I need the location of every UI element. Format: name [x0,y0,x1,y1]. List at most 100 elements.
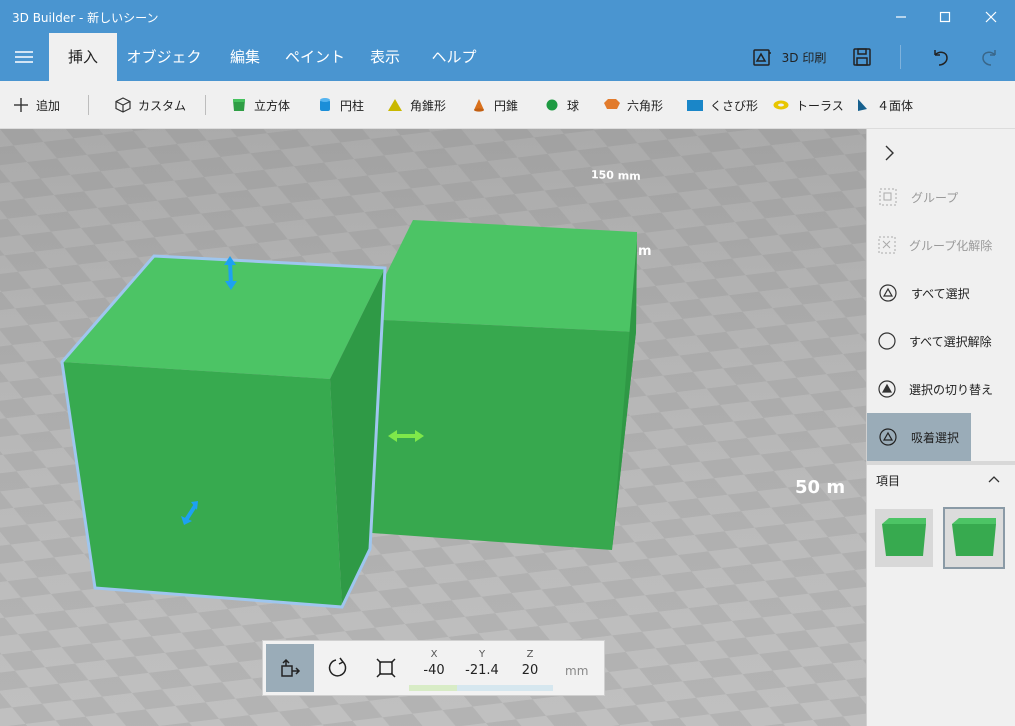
scale-icon [376,658,396,678]
scale-button[interactable] [362,644,410,692]
object-thumbnail-selected[interactable] [943,507,1005,569]
redo-button[interactable] [968,33,1012,81]
shape-toolbar: 追加 カスタム 立方体 円柱 角錐形 円錐 球 六角形 くさび形 トーラス ４面… [0,81,1015,129]
x-axis-bar [409,685,457,691]
custom-button[interactable]: カスタム [114,81,186,129]
x-axis-label: X [430,649,438,660]
invert-selection-label: 選択の切り替え [909,382,994,397]
group-icon [878,187,898,207]
maximize-button[interactable] [922,0,968,33]
add-button[interactable]: 追加 [12,81,60,129]
deselect-all-label: すべて選択解除 [909,334,992,349]
minimize-icon [896,15,906,18]
object-thumbnail[interactable] [875,509,933,567]
shape-cone-button[interactable]: 円錐 [470,81,518,129]
magnetic-select-icon [878,427,898,447]
shape-wedge-button[interactable]: くさび形 [686,81,758,129]
magnetic-select-label: 吸着選択 [911,430,960,445]
y-axis-label: Y [478,649,486,660]
shape-label: 円錐 [494,98,519,113]
yz-axis-bar [457,685,553,691]
print-3d-label: 3D 印刷 [781,50,827,65]
shape-tetrahedron-button[interactable]: ４面体 [853,81,913,129]
chevron-right-icon [885,145,894,161]
shape-hexagon-button[interactable]: 六角形 [603,81,663,129]
tab-object[interactable]: オブジェクト [122,33,206,114]
window-title: 3D Builder - 新しいシーン [12,11,159,25]
right-panel: グループ グループ化解除 すべて選択 すべて選択解除 選択の切り替え 吸着選択 … [866,129,1015,726]
invert-selection-icon [878,379,896,399]
custom-label: カスタム [138,98,187,113]
hexagon-icon [603,96,621,114]
shape-cylinder-button[interactable]: 円柱 [316,81,364,129]
group-button[interactable]: グループ [867,173,971,221]
rotate-icon [328,657,347,677]
grid-label: m [638,244,652,259]
print-3d-icon [752,49,771,66]
cylinder-icon [316,96,334,114]
print-3d-button[interactable]: 3D 印刷 [744,33,834,81]
unit-label: mm [565,664,589,678]
undo-button[interactable] [918,33,962,81]
shape-torus-button[interactable]: トーラス [772,81,844,129]
items-collapse-button[interactable] [987,473,1001,487]
cube-thumbnail-icon [882,518,926,556]
grid-label: 50 m [795,477,846,498]
grid-label: 150 mm [591,168,641,183]
invert-selection-button[interactable]: 選択の切り替え [867,365,993,413]
cube-left[interactable] [60,254,387,609]
redo-icon [982,50,996,66]
deselect-all-button[interactable]: すべて選択解除 [867,317,992,365]
tab-view[interactable]: 表示 [360,33,410,81]
plus-icon [12,96,30,114]
shape-label: 角錐形 [410,98,447,113]
tab-insert[interactable]: 挿入 [49,33,117,81]
move-button[interactable] [266,644,314,692]
select-all-icon [878,283,898,303]
shape-pyramid-button[interactable]: 角錐形 [386,81,446,129]
toolbar-divider [205,95,206,115]
items-header: 項目 [876,474,901,488]
y-value-input[interactable]: -21.4 [459,663,505,678]
x-value-input[interactable]: -40 [411,663,457,678]
tetrahedron-icon [853,96,871,114]
sphere-icon [543,96,561,114]
toolbar-divider [900,45,901,69]
magnetic-select-button[interactable]: 吸着選択 [867,413,971,461]
deselect-all-icon [878,331,896,351]
ungroup-button[interactable]: グループ化解除 [867,221,992,269]
cube-thumbnail-icon [952,518,996,556]
rotate-button[interactable] [314,644,362,692]
shape-cube-button[interactable]: 立方体 [230,81,290,129]
close-icon [985,11,997,22]
ungroup-label: グループ化解除 [909,238,993,253]
menu-button[interactable] [0,33,48,81]
cone-icon [470,96,488,114]
ungroup-icon [878,235,896,255]
shape-label: ４面体 [877,98,914,113]
hamburger-icon [15,51,33,63]
shape-label: 球 [567,98,580,113]
collapse-panel-button[interactable] [877,141,901,165]
panel-divider [867,461,1015,465]
move-icon [281,658,301,677]
torus-icon [772,96,790,114]
3d-viewport[interactable]: 150 mm m 50 m [0,129,866,726]
shape-label: 六角形 [627,98,664,113]
shape-sphere-button[interactable]: 球 [543,81,579,129]
tab-help[interactable]: ヘルプ [425,33,483,81]
save-button[interactable] [840,33,884,81]
cube-right[interactable] [364,220,637,550]
minimize-button[interactable] [878,0,924,33]
z-value-input[interactable]: 20 [507,663,553,678]
shape-label: くさび形 [710,98,759,113]
title-bar: 3D Builder - 新しいシーン [0,0,1015,33]
tab-edit[interactable]: 編集 [220,33,270,81]
scene-canvas [0,129,866,726]
select-all-button[interactable]: すべて選択 [867,269,971,317]
custom-cube-icon [114,96,132,114]
ribbon-tab-bar: 挿入 オブジェクト 編集 ペイント 表示 ヘルプ 3D 印刷 [0,33,1015,114]
tab-paint[interactable]: ペイント [282,33,348,81]
select-all-label: すべて選択 [911,286,970,301]
close-button[interactable] [968,0,1014,33]
